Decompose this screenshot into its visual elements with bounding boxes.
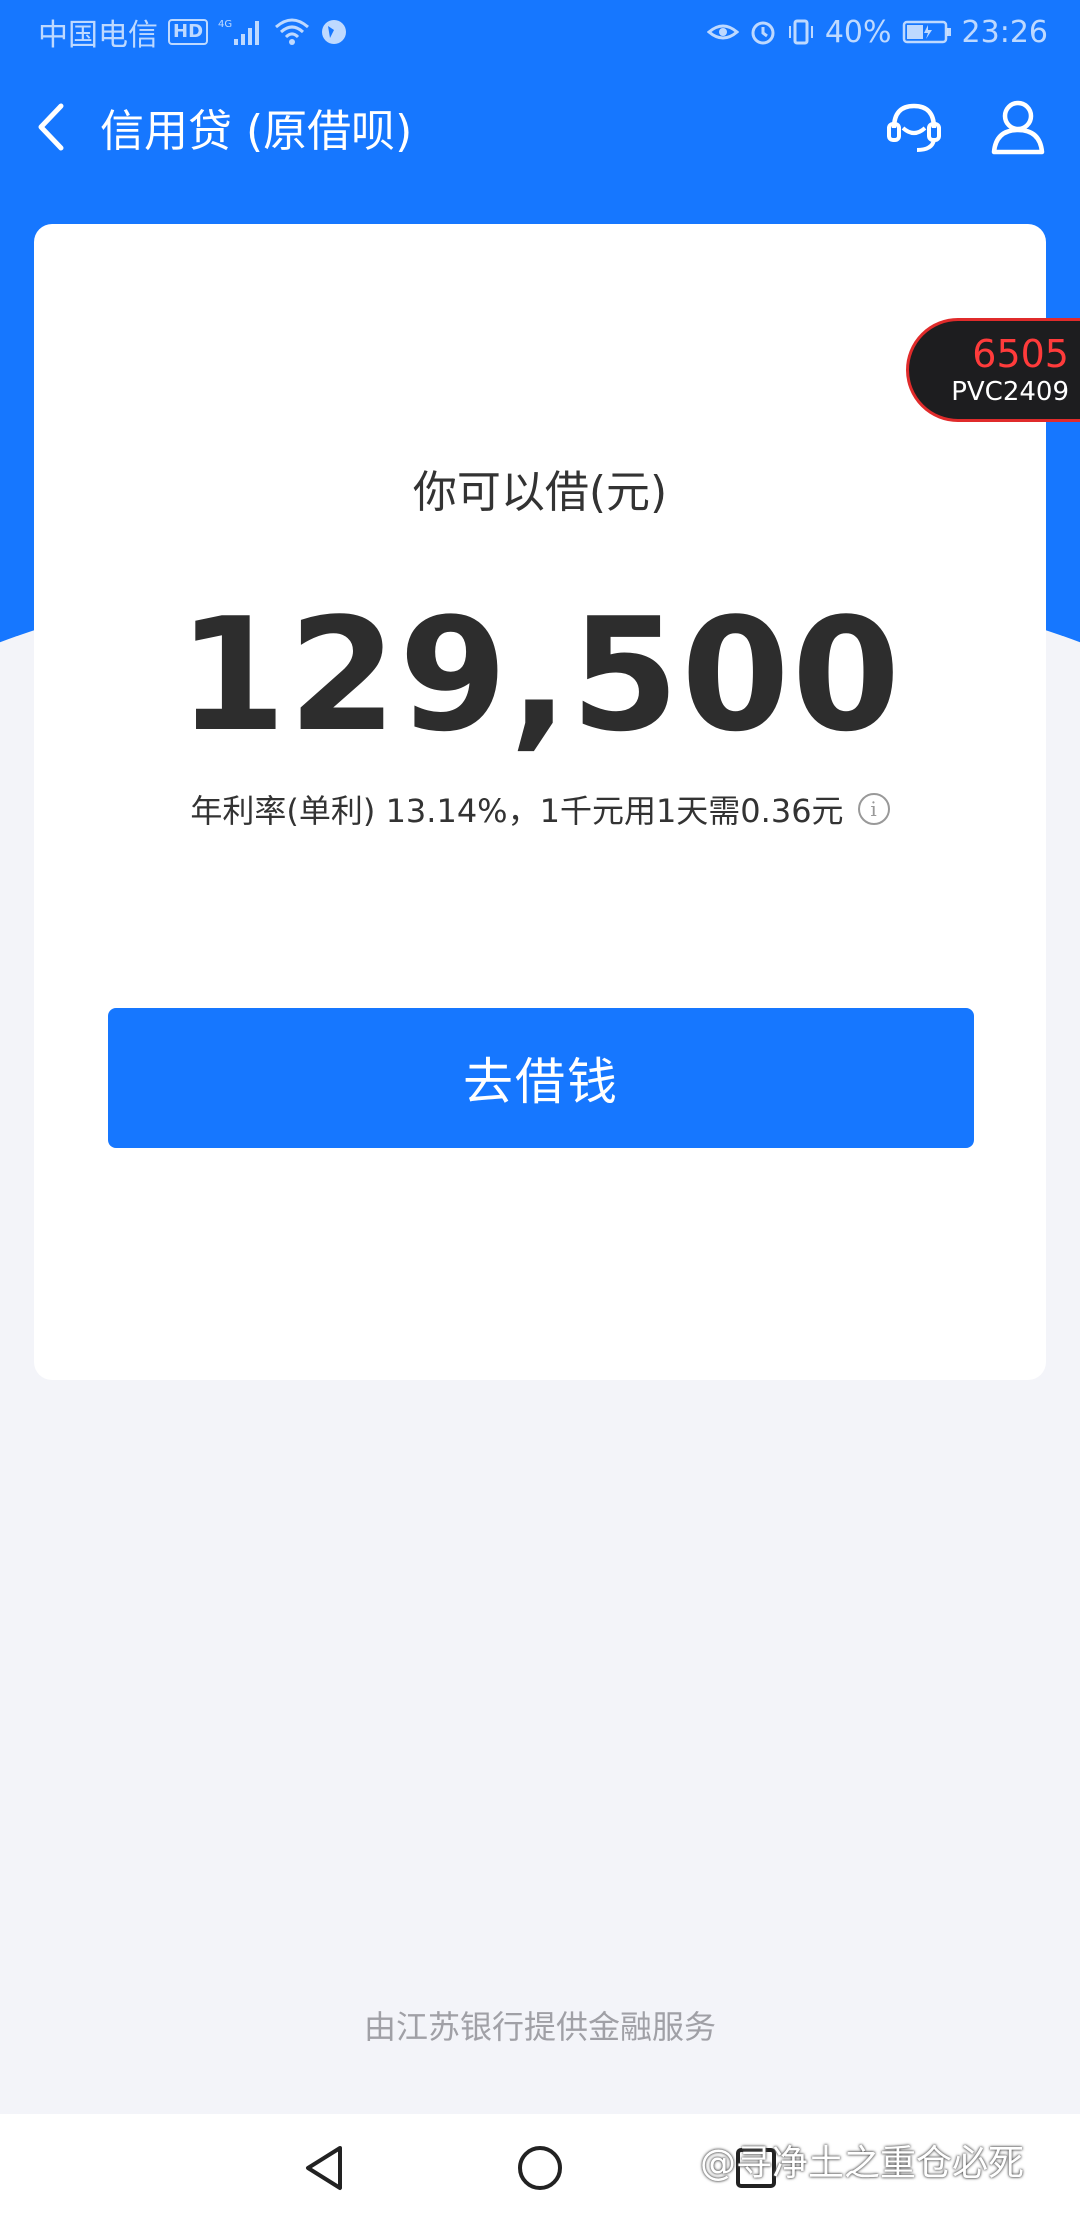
circle-home-icon [518,2146,562,2190]
globe-icon [320,18,348,46]
badge-code: PVC2409 [951,377,1069,407]
screen: 中国电信 HD 4G 40% 23:26 信用贷 (原借呗) 你可以借(元) 1… [0,0,1080,2220]
user-button[interactable] [986,95,1050,159]
status-bar: 中国电信 HD 4G 40% 23:26 [0,0,1080,64]
clock-time: 23:26 [961,14,1048,50]
available-amount: 129,500 [177,584,903,766]
service-provider-note: 由江苏银行提供金融服务 [363,2008,716,2046]
available-amount-label: 你可以借(元) [412,467,668,518]
status-left: 中国电信 HD 4G [38,10,348,54]
back-icon [38,103,64,151]
floating-badge[interactable]: 6505 PVC2409 [906,318,1080,422]
signal-icon: 4G [218,17,264,47]
carrier-label: 中国电信 [38,18,158,53]
nav-bar: 信用贷 (原借呗) [0,64,1080,190]
alarm-icon [749,18,777,46]
hd-badge: HD [168,19,209,45]
watermark: @寻净土之重仓必死 [700,2143,1025,2184]
battery-percent: 40% [824,14,892,50]
eye-comfort-icon [706,20,739,44]
network-type: 4G [218,19,232,30]
page-title: 信用贷 (原借呗) [100,106,413,157]
nav-actions [882,95,1080,159]
customer-service-button[interactable] [882,95,946,159]
status-right: 40% 23:26 [706,14,1048,50]
triangle-back-icon [306,2146,342,2190]
interest-rate-text: 年利率(单利) 13.14%，1千元用1天需0.36元 [190,792,844,830]
loan-card: 你可以借(元) 129,500 年利率(单利) 13.14%，1千元用1天需0.… [34,224,1046,1380]
customer-service-icon [887,103,941,152]
vibrate-icon [787,18,815,46]
user-icon [991,100,1045,155]
info-icon[interactable]: i [857,793,890,825]
nav-back-button[interactable] [294,2138,354,2198]
wifi-icon [274,17,310,47]
interest-rate-line: 年利率(单利) 13.14%，1千元用1天需0.36元 i [34,786,1046,832]
badge-number: 6505 [972,332,1069,376]
back-button[interactable] [0,64,100,190]
borrow-button[interactable]: 去借钱 [108,1008,974,1148]
battery-icon [902,19,952,45]
nav-home-button[interactable] [510,2138,570,2198]
